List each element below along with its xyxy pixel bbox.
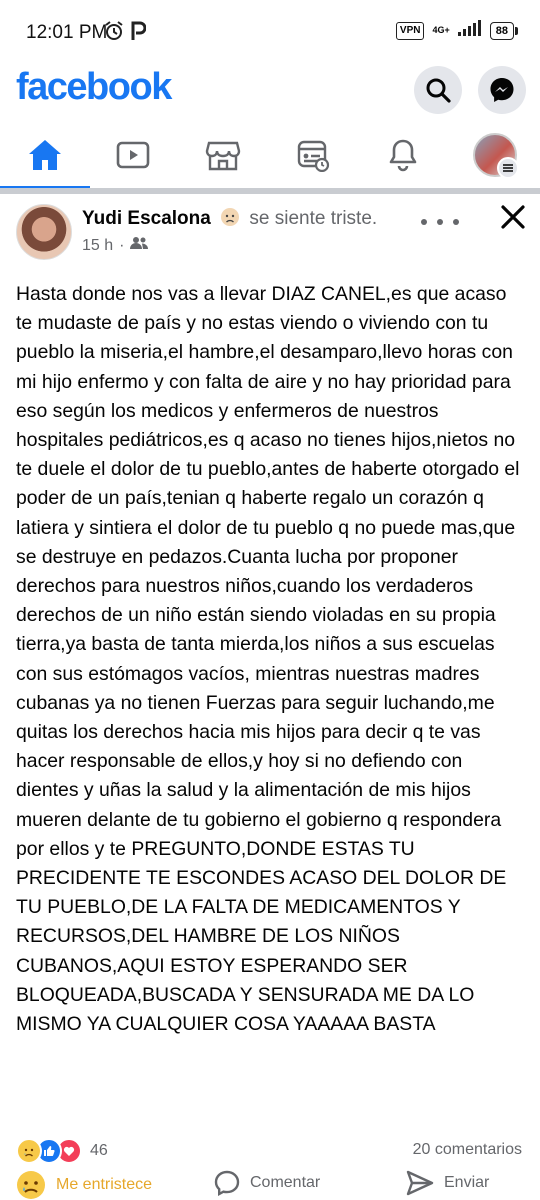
home-icon (29, 140, 61, 170)
author-name[interactable]: Yudi Escalona (82, 208, 211, 229)
vpn-indicator: VPN (395, 21, 425, 40)
send-label: Enviar (444, 1174, 490, 1191)
network-type: 4G+ (432, 25, 450, 35)
more-options-button[interactable] (418, 214, 462, 232)
status-bar: 12:01 PM VPN 4G+ 88 (0, 0, 540, 62)
tab-notifications[interactable] (358, 122, 448, 188)
sad-reaction-icon (16, 1138, 42, 1164)
marketplace-icon (205, 141, 241, 171)
nav-tabs (0, 122, 540, 189)
reaction-count: 46 (90, 1142, 108, 1159)
notifications-bell-icon (389, 139, 417, 172)
signal-icon (457, 20, 482, 41)
post-meta: 15 h · (82, 236, 149, 255)
comment-button[interactable]: Comentar (214, 1170, 320, 1196)
feeling-text: se siente triste. (249, 208, 378, 229)
facebook-logo: facebook (16, 66, 172, 108)
reaction-summary[interactable]: 46 (16, 1138, 108, 1164)
battery-indicator: 88 (489, 21, 519, 40)
search-button[interactable] (414, 66, 462, 114)
tab-feeds[interactable] (268, 122, 358, 188)
reaction-button[interactable]: Me entristece (16, 1170, 152, 1200)
watch-icon (116, 141, 150, 169)
app-header: facebook (0, 62, 540, 118)
send-icon (406, 1170, 434, 1196)
comment-label: Comentar (250, 1174, 321, 1191)
comment-count-link[interactable]: 20 comentarios (413, 1141, 522, 1159)
status-time: 12:01 PM (26, 22, 108, 43)
sad-feeling-emoji-icon (220, 207, 240, 233)
post-author-line: Yudi Escalona se siente triste. (82, 207, 377, 233)
close-icon (501, 205, 525, 229)
search-icon (426, 78, 451, 103)
tab-profile-menu[interactable] (450, 122, 540, 188)
sad-reaction-icon (17, 1171, 45, 1199)
feed-divider (0, 188, 540, 194)
comment-bubble-icon (214, 1170, 240, 1196)
alarm-icon (104, 20, 124, 47)
tab-watch[interactable] (88, 122, 178, 188)
p-app-icon (130, 20, 147, 47)
tab-marketplace[interactable] (178, 122, 268, 188)
post-actions: Me entristece Comentar Enviar (0, 1170, 540, 1200)
feeds-icon (297, 140, 330, 172)
profile-menu-icon (473, 133, 519, 179)
friends-audience-icon (130, 236, 149, 255)
messenger-button[interactable] (478, 66, 526, 114)
author-avatar[interactable] (16, 204, 72, 260)
post-body: Hasta donde nos vas a llevar DIAZ CANEL,… (16, 283, 520, 1036)
messenger-icon (490, 78, 514, 102)
send-button[interactable]: Enviar (406, 1170, 489, 1196)
hide-post-button[interactable] (500, 204, 526, 235)
reaction-label: Me entristece (56, 1176, 153, 1193)
more-dots-icon (421, 219, 459, 225)
tab-home[interactable] (0, 122, 90, 189)
post-time[interactable]: 15 h (82, 237, 113, 255)
